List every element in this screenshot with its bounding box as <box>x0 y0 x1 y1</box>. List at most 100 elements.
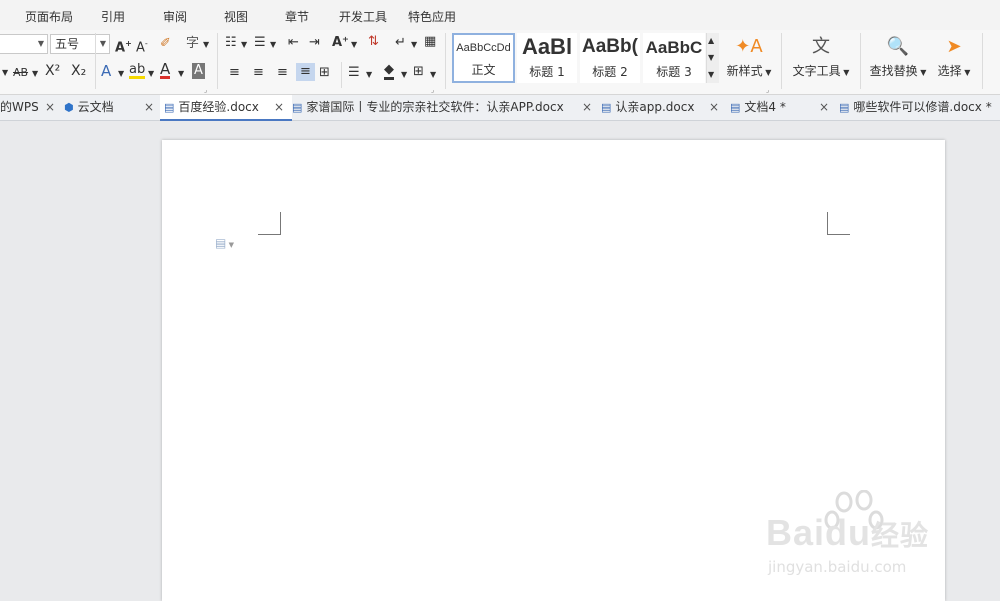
style-sample: AaBl <box>521 34 573 59</box>
chevron-down-icon: ▼ <box>99 39 106 48</box>
bullet-list-icon[interactable]: ☷ <box>225 35 237 51</box>
find-replace-button[interactable]: 🔍 查找替换 ▼ <box>866 32 930 79</box>
select-button[interactable]: ➤ 选择 ▼ <box>934 32 974 79</box>
border-icon[interactable]: ⊞ <box>413 64 424 80</box>
style-sample: AaBbC <box>645 38 703 57</box>
document-page[interactable]: ▤ ▼ <box>162 140 945 601</box>
margin-mark-top-left <box>258 212 281 235</box>
tab-baidu-jingyan[interactable]: ▤ 百度经验.docx × <box>160 95 292 121</box>
text-direction-icon[interactable]: A⁺ <box>332 35 349 51</box>
close-icon[interactable]: × <box>709 95 719 119</box>
shading-icon[interactable]: ◆ <box>384 63 394 80</box>
close-icon[interactable]: × <box>274 95 284 119</box>
style-label: 正文 <box>471 63 496 77</box>
distributed-align-icon[interactable]: ⊞ <box>319 65 330 81</box>
strikethrough-icon[interactable]: AB <box>13 65 28 81</box>
close-icon[interactable]: × <box>819 95 829 119</box>
menu-references[interactable]: 引用 <box>101 8 125 25</box>
style-heading-3[interactable]: AaBbC 标题 3 <box>643 33 705 83</box>
tab-renqin-app[interactable]: ▤ 认亲app.docx × <box>601 95 725 119</box>
separator <box>781 33 782 89</box>
tab-cloud-docs[interactable]: ⬢ 云文档 × <box>64 95 160 119</box>
align-center-icon[interactable]: ≡ <box>253 65 264 81</box>
separator <box>860 33 861 89</box>
margin-mark-top-right <box>827 212 850 235</box>
style-label: 标题 1 <box>529 65 565 79</box>
highlight-icon[interactable]: ab <box>129 63 146 79</box>
line-spacing-icon[interactable]: ☰ <box>348 65 360 81</box>
chevron-down-icon[interactable]: ▼ <box>178 66 184 82</box>
chevron-down-icon[interactable]: ▼ <box>351 37 357 53</box>
close-icon[interactable]: × <box>45 95 55 119</box>
text-tools-button[interactable]: 文 文字工具 ▼ <box>790 32 852 79</box>
text-tools-icon: 文 <box>812 36 830 57</box>
chevron-down-icon[interactable]: ▼ <box>2 65 8 81</box>
tab-title: 百度经验.docx <box>178 100 259 114</box>
style-heading-1[interactable]: AaBl 标题 1 <box>517 33 577 83</box>
text-effect-icon[interactable]: A <box>101 63 111 79</box>
table-icon[interactable]: ▦ <box>424 34 436 50</box>
tab-title: 哪些软件可以修谱.docx * <box>853 100 992 114</box>
align-right-icon[interactable]: ≡ <box>277 65 288 81</box>
subscript-icon[interactable]: X₂ <box>71 63 86 79</box>
menu-special-apps[interactable]: 特色应用 <box>408 8 456 25</box>
chevron-down-icon[interactable]: ▼ <box>366 67 372 83</box>
justify-icon[interactable]: ≡ <box>296 63 315 81</box>
chevron-down-icon[interactable]: ▼ <box>148 66 154 82</box>
style-normal[interactable]: AaBbCcDd 正文 <box>452 33 515 83</box>
tab-my-wps[interactable]: 的WPS × <box>0 95 55 119</box>
chevron-down-icon[interactable]: ▼ <box>411 37 417 53</box>
chevron-down-icon[interactable]: ▼ <box>270 37 276 53</box>
chevron-down-icon[interactable]: ▼ <box>708 50 714 66</box>
align-left-icon[interactable]: ≡ <box>229 65 240 81</box>
style-heading-2[interactable]: AaBb( 标题 2 <box>580 33 640 83</box>
font-name-select[interactable]: ▼ <box>0 34 48 54</box>
menu-page-layout[interactable]: 页面布局 <box>25 8 73 25</box>
paste-options-icon[interactable]: ▤ ▼ <box>215 236 234 250</box>
document-icon: ▤ <box>601 101 612 114</box>
font-size-select[interactable]: 五号 ▼ <box>50 34 110 54</box>
chevron-down-icon[interactable]: ▼ <box>118 66 124 82</box>
menu-developer-tools[interactable]: 开发工具 <box>339 8 387 25</box>
chevron-up-icon[interactable]: ▲ <box>708 33 714 49</box>
chevron-down-icon[interactable]: ▼ <box>32 66 38 82</box>
new-style-button[interactable]: ✦A 新样式 ▼ <box>722 32 776 79</box>
tab-jiapu-guoji[interactable]: ▤ 家谱国际丨专业的宗亲社交软件：认亲APP.docx × <box>292 95 596 119</box>
clear-format-icon[interactable]: ✐ <box>160 36 171 52</box>
decrease-indent-icon[interactable]: ⇤ <box>288 35 299 51</box>
text-tools-label: 文字工具 <box>792 64 841 78</box>
style-sample: AaBbCcDd <box>456 42 511 54</box>
tab-document-4[interactable]: ▤ 文档4 * × <box>730 95 830 119</box>
chevron-down-icon[interactable]: ▼ <box>241 37 247 53</box>
phonetic-guide-icon[interactable]: 字 <box>186 36 199 52</box>
numbered-list-icon[interactable]: ☰ <box>254 35 266 51</box>
document-tab-bar: 的WPS × ⬢ 云文档 × ▤ 百度经验.docx × ▤ 家谱国际丨专业的宗亲社交… <box>0 95 1000 121</box>
tab-title: 文档4 * <box>744 100 786 114</box>
expand-gallery-icon[interactable]: ▼ <box>708 67 714 83</box>
increase-indent-icon[interactable]: ⇥ <box>309 35 320 51</box>
chevron-down-icon[interactable]: ▼ <box>401 67 407 83</box>
chevron-down-icon[interactable]: ▼ <box>203 37 209 53</box>
show-marks-icon[interactable]: ↵ <box>395 35 406 51</box>
style-gallery-scroll[interactable]: ▲ ▼ ▼ <box>706 33 719 83</box>
find-replace-icon: 🔍 <box>886 36 910 57</box>
style-label: 标题 2 <box>592 65 628 79</box>
tab-xiupu-software[interactable]: ▤ 哪些软件可以修谱.docx * <box>839 95 999 119</box>
chevron-down-icon[interactable]: ▼ <box>430 67 436 83</box>
superscript-icon[interactable]: X² <box>45 63 60 79</box>
font-color-icon[interactable]: A <box>160 62 171 79</box>
menu-view[interactable]: 视图 <box>224 8 248 25</box>
menu-review[interactable]: 审阅 <box>163 8 187 25</box>
separator <box>217 33 218 89</box>
menu-section[interactable]: 章节 <box>285 8 309 25</box>
shrink-font-icon[interactable]: A- <box>136 36 148 56</box>
font-size-value: 五号 <box>55 37 80 51</box>
close-icon[interactable]: × <box>144 95 154 119</box>
grow-font-icon[interactable]: A+ <box>115 36 132 56</box>
tab-title: 认亲app.docx <box>615 100 695 114</box>
char-shading-icon[interactable]: A <box>192 63 205 79</box>
chevron-down-icon: ▼ <box>37 39 44 48</box>
close-icon[interactable]: × <box>582 95 592 119</box>
sort-icon[interactable]: ⇅ <box>368 34 379 50</box>
document-icon: ▤ <box>839 101 850 114</box>
